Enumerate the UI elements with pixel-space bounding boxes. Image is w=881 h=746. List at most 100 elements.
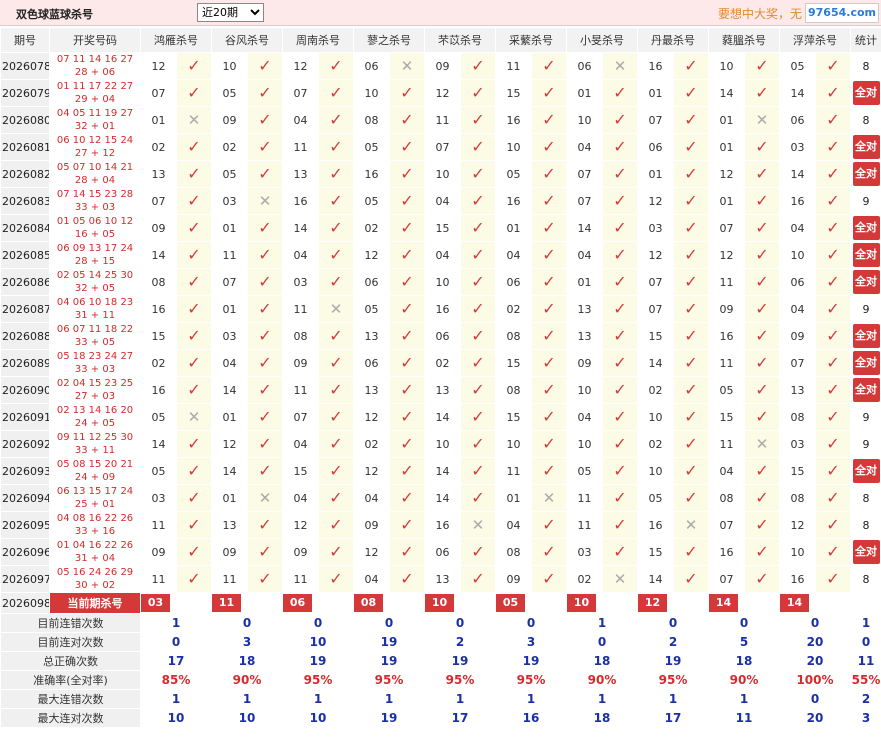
result-cell: ✓	[389, 106, 425, 134]
result-cell: ✓	[460, 538, 496, 566]
result-cell: ✓	[815, 214, 851, 242]
result-cell: ✓	[602, 376, 638, 404]
result-cell: ✓	[673, 214, 709, 242]
summary-value: 1	[140, 689, 212, 709]
result-cell: ✓	[389, 214, 425, 242]
current-kill-cell: 10	[566, 592, 638, 614]
result-cell: ✓	[389, 484, 425, 512]
summary-value: 85%	[140, 670, 212, 690]
check-icon: ✓	[329, 407, 343, 426]
summary-row: 准确率(全对率) 85% 90% 95% 95% 95% 95% 90% 95% 90% 100% 5…	[0, 670, 881, 690]
kill-number: 06	[637, 133, 674, 161]
check-icon: ✓	[755, 245, 769, 264]
check-icon: ✓	[613, 110, 627, 129]
result-cell: ✓	[815, 403, 851, 431]
stat-cell: 9	[850, 403, 881, 431]
summary-total: 0	[850, 632, 881, 652]
summary-value: 100%	[779, 670, 851, 690]
current-period-row: 2026098 当前期杀号 03 11 06 08 10 05 10 12 14 14	[0, 592, 881, 614]
winning-main-numbers: 07 14 15 23 28	[56, 189, 134, 200]
summary-label: 目前连错次数	[0, 613, 141, 633]
check-icon: ✓	[826, 164, 840, 183]
kill-number: 07	[566, 187, 603, 215]
result-cell: ✓	[247, 511, 283, 539]
result-cell: ✓	[460, 295, 496, 323]
table-row: 2026095 04 08 16 22 26 33 + 16 11 ✓ 13 ✓ 12 ✓ 09 ✓…	[0, 511, 881, 539]
check-icon: ✓	[258, 56, 272, 75]
result-cell: ✓	[531, 268, 567, 296]
result-cell: ✓	[389, 268, 425, 296]
winning-main-numbers: 07 11 14 16 27	[56, 54, 134, 65]
check-icon: ✓	[471, 380, 485, 399]
all-correct-badge: 全对	[852, 135, 880, 159]
result-cell: ✓	[460, 322, 496, 350]
kill-number: 07	[140, 187, 177, 215]
kill-number: 04	[353, 484, 390, 512]
kill-number: 04	[779, 214, 816, 242]
summary-value: 0	[566, 632, 638, 652]
result-cell: ✓	[247, 430, 283, 458]
result-cell: ✓	[744, 457, 780, 485]
winning-blue-number: 24 + 05	[74, 418, 116, 429]
winning-blue-number: 31 + 11	[74, 310, 116, 321]
result-cell: ✓	[673, 241, 709, 269]
result-cell: ✓	[389, 79, 425, 107]
check-icon: ✓	[684, 434, 698, 453]
kill-number: 05	[495, 160, 532, 188]
result-cell: ✓	[389, 403, 425, 431]
kill-number: 13	[140, 160, 177, 188]
result-cell: ✓	[460, 349, 496, 377]
check-icon: ✓	[613, 218, 627, 237]
check-icon: ✓	[258, 515, 272, 534]
kill-number: 04	[779, 295, 816, 323]
kill-number: 12	[637, 187, 674, 215]
result-cell: ✓	[389, 241, 425, 269]
check-icon: ✓	[258, 542, 272, 561]
col-header-stat: 统计	[850, 27, 881, 53]
kill-number: 06	[566, 52, 603, 80]
result-cell: ✓	[176, 52, 212, 80]
kill-number: 04	[424, 241, 461, 269]
summary-row: 最大连对次数 10 10 10 19 17 16 18 17 11 20 3	[0, 708, 881, 728]
result-cell: ✓	[673, 268, 709, 296]
summary-value: 90%	[211, 670, 283, 690]
period-select[interactable]: 近20期	[197, 3, 264, 22]
kill-number: 11	[708, 268, 745, 296]
summary-row: 目前连错次数 1 0 0 0 0 0 1 0 0 0 1	[0, 613, 881, 633]
stat-cell: 全对	[850, 268, 881, 296]
kill-number: 15	[495, 349, 532, 377]
winning-numbers-cell: 09 11 12 25 30 33 + 11	[49, 430, 141, 458]
check-icon: ✓	[187, 245, 201, 264]
result-cell: ✓	[602, 241, 638, 269]
check-icon: ✓	[471, 218, 485, 237]
result-cell: ✓	[531, 160, 567, 188]
check-icon: ✓	[826, 245, 840, 264]
current-kill-number: 12	[638, 594, 667, 612]
result-cell: ✓	[460, 268, 496, 296]
result-cell: ✕	[744, 106, 780, 134]
check-icon: ✓	[400, 191, 414, 210]
result-cell: ✓	[247, 241, 283, 269]
kill-number: 04	[708, 457, 745, 485]
table-row: 2026078 07 11 14 16 27 28 + 06 12 ✓ 10 ✓ 12 ✓ 06 ✕…	[0, 52, 881, 80]
col-header-expert: 周南杀号	[282, 27, 354, 53]
check-icon: ✓	[542, 407, 556, 426]
check-icon: ✓	[755, 326, 769, 345]
kill-number: 12	[424, 79, 461, 107]
summary-value: 0	[424, 613, 496, 633]
winning-blue-number: 33 + 11	[74, 445, 116, 456]
table-row: 2026096 01 04 16 22 26 31 + 04 09 ✓ 09 ✓ 09 ✓ 12 ✓…	[0, 538, 881, 566]
check-icon: ✓	[826, 272, 840, 291]
issue-cell: 2026084	[0, 214, 50, 242]
promo-link[interactable]: 要想中大奖，无	[718, 5, 802, 22]
result-cell: ✓	[247, 538, 283, 566]
winning-main-numbers: 01 04 16 22 26	[56, 540, 134, 551]
winning-blue-number: 25 + 01	[74, 499, 116, 510]
summary-value: 19	[353, 632, 425, 652]
col-header-expert: 小旻杀号	[566, 27, 638, 53]
result-cell: ✓	[460, 79, 496, 107]
check-icon: ✓	[542, 191, 556, 210]
winning-blue-number: 33 + 03	[74, 202, 116, 213]
result-cell: ✓	[744, 214, 780, 242]
result-cell: ✓	[247, 268, 283, 296]
